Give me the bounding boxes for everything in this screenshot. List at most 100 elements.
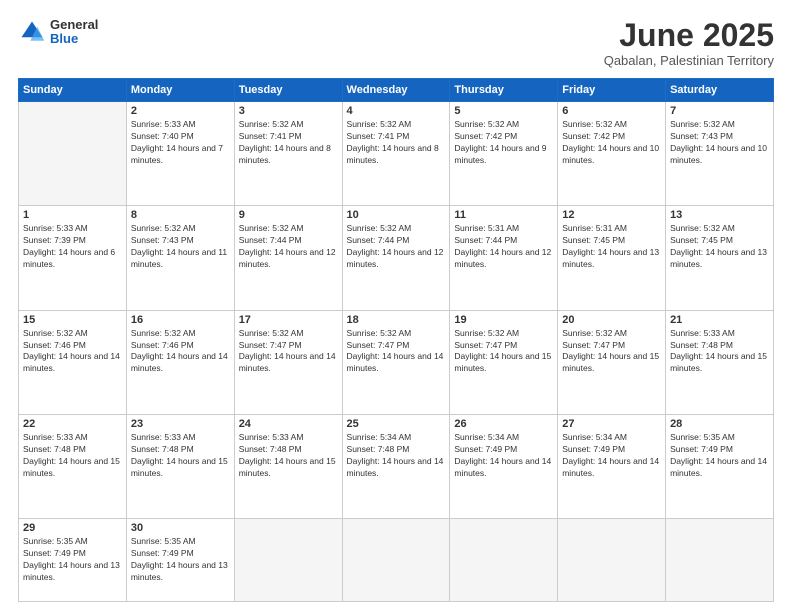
logo-text: General Blue — [50, 18, 98, 47]
table-row: 16 Sunrise: 5:32 AMSunset: 7:46 PMDayligh… — [126, 310, 234, 414]
table-row: 30 Sunrise: 5:35 AMSunset: 7:49 PMDayligh… — [126, 519, 234, 602]
table-row: 27 Sunrise: 5:34 AMSunset: 7:49 PMDayligh… — [558, 414, 666, 518]
day-number: 12 — [562, 209, 661, 221]
title-location: Qabalan, Palestinian Territory — [604, 53, 774, 68]
day-info: Sunrise: 5:34 AMSunset: 7:48 PMDaylight:… — [347, 432, 444, 478]
day-number: 15 — [23, 314, 122, 326]
table-row: 4 Sunrise: 5:32 AMSunset: 7:41 PMDaylight… — [342, 102, 450, 206]
table-row: 19 Sunrise: 5:32 AMSunset: 7:47 PMDayligh… — [450, 310, 558, 414]
day-info: Sunrise: 5:31 AMSunset: 7:45 PMDaylight:… — [562, 223, 659, 269]
day-number: 8 — [131, 209, 230, 221]
col-sunday: Sunday — [19, 79, 127, 102]
table-row: 21 Sunrise: 5:33 AMSunset: 7:48 PMDayligh… — [666, 310, 774, 414]
table-row: 20 Sunrise: 5:32 AMSunset: 7:47 PMDayligh… — [558, 310, 666, 414]
table-row — [558, 519, 666, 602]
table-row: 6 Sunrise: 5:32 AMSunset: 7:42 PMDaylight… — [558, 102, 666, 206]
day-number: 23 — [131, 418, 230, 430]
day-info: Sunrise: 5:35 AMSunset: 7:49 PMDaylight:… — [131, 536, 228, 582]
day-number: 13 — [670, 209, 769, 221]
day-number: 24 — [239, 418, 338, 430]
col-friday: Friday — [558, 79, 666, 102]
table-row: 23 Sunrise: 5:33 AMSunset: 7:48 PMDayligh… — [126, 414, 234, 518]
col-thursday: Thursday — [450, 79, 558, 102]
table-row: 29Sunrise: 5:35 AMSunset: 7:49 PMDayligh… — [19, 519, 127, 602]
table-row: 24 Sunrise: 5:33 AMSunset: 7:48 PMDayligh… — [234, 414, 342, 518]
table-row: 17Sunrise: 5:32 AMSunset: 7:47 PMDayligh… — [234, 310, 342, 414]
day-number: 19 — [454, 314, 553, 326]
day-info: Sunrise: 5:32 AMSunset: 7:43 PMDaylight:… — [131, 223, 227, 269]
calendar-header-row: Sunday Monday Tuesday Wednesday Thursday… — [19, 79, 774, 102]
table-row: 9 Sunrise: 5:32 AMSunset: 7:44 PMDaylight… — [234, 206, 342, 310]
table-row: 13 Sunrise: 5:32 AMSunset: 7:45 PMDayligh… — [666, 206, 774, 310]
day-info: Sunrise: 5:34 AMSunset: 7:49 PMDaylight:… — [562, 432, 659, 478]
day-number: 22 — [23, 418, 122, 430]
table-row — [342, 519, 450, 602]
col-tuesday: Tuesday — [234, 79, 342, 102]
col-saturday: Saturday — [666, 79, 774, 102]
day-number: 5 — [454, 105, 553, 117]
day-number: 28 — [670, 418, 769, 430]
day-info: Sunrise: 5:33 AMSunset: 7:48 PMDaylight:… — [23, 432, 120, 478]
day-number: 25 — [347, 418, 446, 430]
day-info: Sunrise: 5:33 AMSunset: 7:48 PMDaylight:… — [239, 432, 336, 478]
logo-blue-text: Blue — [50, 32, 98, 46]
day-info: Sunrise: 5:32 AMSunset: 7:47 PMDaylight:… — [454, 328, 551, 374]
day-info: Sunrise: 5:33 AMSunset: 7:48 PMDaylight:… — [670, 328, 767, 374]
table-row: 26Sunrise: 5:34 AMSunset: 7:49 PMDayligh… — [450, 414, 558, 518]
day-info: Sunrise: 5:35 AMSunset: 7:49 PMDaylight:… — [670, 432, 767, 478]
day-info: Sunrise: 5:32 AMSunset: 7:47 PMDaylight:… — [562, 328, 659, 374]
col-monday: Monday — [126, 79, 234, 102]
table-row: 25 Sunrise: 5:34 AMSunset: 7:48 PMDayligh… — [342, 414, 450, 518]
table-row: 3Sunrise: 5:32 AMSunset: 7:41 PMDaylight… — [234, 102, 342, 206]
day-number: 7 — [670, 105, 769, 117]
table-row: 10 Sunrise: 5:32 AMSunset: 7:44 PMDayligh… — [342, 206, 450, 310]
table-row: 1 Sunrise: 5:33 AMSunset: 7:39 PMDaylight… — [19, 206, 127, 310]
table-row — [19, 102, 127, 206]
header: General Blue June 2025 Qabalan, Palestin… — [18, 18, 774, 68]
title-block: June 2025 Qabalan, Palestinian Territory — [604, 18, 774, 68]
day-info: Sunrise: 5:32 AMSunset: 7:45 PMDaylight:… — [670, 223, 767, 269]
day-number: 9 — [239, 209, 338, 221]
day-number: 21 — [670, 314, 769, 326]
day-info: Sunrise: 5:35 AMSunset: 7:49 PMDaylight:… — [23, 536, 120, 582]
day-info: Sunrise: 5:33 AMSunset: 7:48 PMDaylight:… — [131, 432, 228, 478]
logo: General Blue — [18, 18, 98, 47]
table-row: 28 Sunrise: 5:35 AMSunset: 7:49 PMDayligh… — [666, 414, 774, 518]
table-row: 22 Sunrise: 5:33 AMSunset: 7:48 PMDayligh… — [19, 414, 127, 518]
table-row: 12 Sunrise: 5:31 AMSunset: 7:45 PMDayligh… — [558, 206, 666, 310]
day-number: 10 — [347, 209, 446, 221]
table-row: 2 Sunrise: 5:33 AMSunset: 7:40 PMDaylight… — [126, 102, 234, 206]
table-row — [450, 519, 558, 602]
table-row — [666, 519, 774, 602]
day-number: 16 — [131, 314, 230, 326]
day-number: 20 — [562, 314, 661, 326]
day-info: Sunrise: 5:32 AMSunset: 7:44 PMDaylight:… — [239, 223, 336, 269]
day-info: Sunrise: 5:32 AMSunset: 7:41 PMDaylight:… — [347, 119, 439, 165]
day-info: Sunrise: 5:32 AMSunset: 7:42 PMDaylight:… — [562, 119, 659, 165]
table-row — [234, 519, 342, 602]
table-row: 8 Sunrise: 5:32 AMSunset: 7:43 PMDaylight… — [126, 206, 234, 310]
day-number: 17 — [239, 314, 338, 326]
day-info: Sunrise: 5:32 AMSunset: 7:46 PMDaylight:… — [131, 328, 228, 374]
day-number: 2 — [131, 105, 230, 117]
day-info: Sunrise: 5:33 AMSunset: 7:40 PMDaylight:… — [131, 119, 223, 165]
day-number: 6 — [562, 105, 661, 117]
day-number: 26 — [454, 418, 553, 430]
day-info: Sunrise: 5:32 AMSunset: 7:44 PMDaylight:… — [347, 223, 444, 269]
day-number: 4 — [347, 105, 446, 117]
day-info: Sunrise: 5:32 AMSunset: 7:46 PMDaylight:… — [23, 328, 120, 374]
calendar-table: Sunday Monday Tuesday Wednesday Thursday… — [18, 78, 774, 602]
day-info: Sunrise: 5:33 AMSunset: 7:39 PMDaylight:… — [23, 223, 115, 269]
day-number: 1 — [23, 209, 122, 221]
table-row: 11Sunrise: 5:31 AMSunset: 7:44 PMDayligh… — [450, 206, 558, 310]
table-row: 15 Sunrise: 5:32 AMSunset: 7:46 PMDayligh… — [19, 310, 127, 414]
day-number: 30 — [131, 522, 230, 534]
day-info: Sunrise: 5:31 AMSunset: 7:44 PMDaylight:… — [454, 223, 551, 269]
day-number: 27 — [562, 418, 661, 430]
table-row: 7Sunrise: 5:32 AMSunset: 7:43 PMDaylight… — [666, 102, 774, 206]
day-number: 18 — [347, 314, 446, 326]
table-row: 18Sunrise: 5:32 AMSunset: 7:47 PMDayligh… — [342, 310, 450, 414]
col-wednesday: Wednesday — [342, 79, 450, 102]
day-info: Sunrise: 5:32 AMSunset: 7:42 PMDaylight:… — [454, 119, 546, 165]
page: General Blue June 2025 Qabalan, Palestin… — [0, 0, 792, 612]
